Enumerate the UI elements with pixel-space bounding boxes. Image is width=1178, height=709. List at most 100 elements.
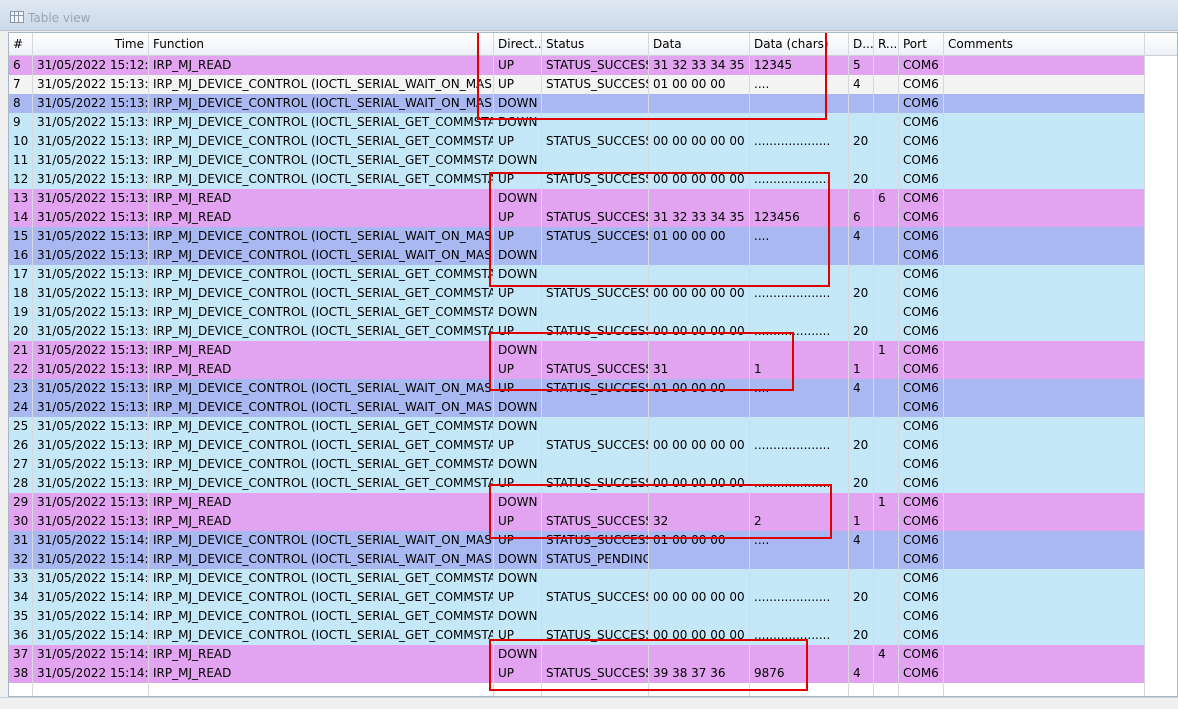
table-row[interactable]: 1831/05/2022 15:13:37IRP_MJ_DEVICE_CONTR… [9, 284, 1145, 303]
table-row[interactable]: 1631/05/2022 15:13:37IRP_MJ_DEVICE_CONTR… [9, 246, 1145, 265]
data-grid[interactable]: # Time Function Direct... Status Data Data (ch… [8, 32, 1178, 697]
cell-data-chars: .................... [750, 322, 849, 341]
cell-time: 31/05/2022 15:13:12 [33, 208, 149, 227]
cell-port: COM6 [899, 132, 944, 151]
cell-index: 10 [9, 132, 33, 151]
cell-direction: DOWN [494, 151, 542, 170]
table-row[interactable]: 3731/05/2022 15:14:48IRP_MJ_READDOWN 4COM… [9, 645, 1145, 664]
table-row[interactable]: 2731/05/2022 15:13:37IRP_MJ_DEVICE_CONTR… [9, 455, 1145, 474]
cell-data-chars: 9876 [750, 664, 849, 683]
table-row[interactable]: 2131/05/2022 15:13:37IRP_MJ_READDOWN 1COM… [9, 341, 1145, 360]
cell-data-chars [750, 550, 849, 569]
header-col-requested[interactable]: R... [874, 33, 899, 55]
cell-function: IRP_MJ_READ [149, 189, 494, 208]
cell-port: COM6 [899, 284, 944, 303]
column-divider [1144, 55, 1145, 696]
cell-port: COM6 [899, 550, 944, 569]
table-row[interactable]: 3431/05/2022 15:14:48IRP_MJ_DEVICE_CONTR… [9, 588, 1145, 607]
header-col-time[interactable]: Time [33, 33, 149, 55]
cell-comments [944, 189, 1145, 208]
cell-time: 31/05/2022 15:13:37 [33, 455, 149, 474]
header-col-port[interactable]: Port [899, 33, 944, 55]
cell-data [649, 113, 750, 132]
cell-port: COM6 [899, 436, 944, 455]
cell-direction: DOWN [494, 341, 542, 360]
table-row[interactable]: 2031/05/2022 15:13:37IRP_MJ_DEVICE_CONTR… [9, 322, 1145, 341]
table-row[interactable]: 831/05/2022 15:13:12IRP_MJ_DEVICE_CONTRO… [9, 94, 1145, 113]
cell-direction: UP [494, 436, 542, 455]
header-col-direction[interactable]: Direct... [494, 33, 542, 55]
table-row[interactable]: 2331/05/2022 15:13:37IRP_MJ_DEVICE_CONTR… [9, 379, 1145, 398]
header-col-data-length[interactable]: D... [849, 33, 874, 55]
table-row[interactable]: 1131/05/2022 15:13:12IRP_MJ_DEVICE_CONTR… [9, 151, 1145, 170]
cell-data-length: 20 [849, 284, 874, 303]
cell-port: COM6 [899, 512, 944, 531]
cell-index: 29 [9, 493, 33, 512]
cell-function: IRP_MJ_DEVICE_CONTROL (IOCTL_SERIAL_GET_… [149, 303, 494, 322]
column-divider [32, 55, 33, 696]
cell-data-length [849, 189, 874, 208]
table-row[interactable]: 1731/05/2022 15:13:37IRP_MJ_DEVICE_CONTR… [9, 265, 1145, 284]
cell-comments [944, 303, 1145, 322]
cell-function: IRP_MJ_DEVICE_CONTROL (IOCTL_SERIAL_GET_… [149, 417, 494, 436]
header-col-index[interactable]: # [9, 33, 33, 55]
cell-index: 21 [9, 341, 33, 360]
table-row[interactable]: 1031/05/2022 15:13:12IRP_MJ_DEVICE_CONTR… [9, 132, 1145, 151]
table-row[interactable]: 931/05/2022 15:13:12IRP_MJ_DEVICE_CONTRO… [9, 113, 1145, 132]
cell-direction: DOWN [494, 550, 542, 569]
column-divider [493, 55, 494, 696]
cell-data-length [849, 94, 874, 113]
table-row[interactable]: 631/05/2022 15:12:57IRP_MJ_READUPSTATUS_… [9, 56, 1145, 75]
column-divider [898, 55, 899, 696]
cell-status: STATUS_SUCCESS [542, 75, 649, 94]
cell-time: 31/05/2022 15:14:48 [33, 588, 149, 607]
table-row[interactable]: 3031/05/2022 15:13:37IRP_MJ_READUPSTATUS… [9, 512, 1145, 531]
cell-direction: DOWN [494, 569, 542, 588]
table-row[interactable]: 1431/05/2022 15:13:12IRP_MJ_READUPSTATUS… [9, 208, 1145, 227]
table-row[interactable]: 3331/05/2022 15:14:48IRP_MJ_DEVICE_CONTR… [9, 569, 1145, 588]
cell-port: COM6 [899, 455, 944, 474]
cell-comments [944, 645, 1145, 664]
cell-time: 31/05/2022 15:14:48 [33, 531, 149, 550]
cell-index: 26 [9, 436, 33, 455]
cell-direction: UP [494, 75, 542, 94]
table-row[interactable]: 2431/05/2022 15:13:37IRP_MJ_DEVICE_CONTR… [9, 398, 1145, 417]
cell-data-chars [750, 246, 849, 265]
table-row[interactable]: 3631/05/2022 15:14:48IRP_MJ_DEVICE_CONTR… [9, 626, 1145, 645]
cell-status: STATUS_SUCCESS [542, 474, 649, 493]
table-row[interactable]: 3131/05/2022 15:14:48IRP_MJ_DEVICE_CONTR… [9, 531, 1145, 550]
header-col-data-chars[interactable]: Data (chars) [750, 33, 849, 55]
cell-data-length [849, 246, 874, 265]
cell-data-chars: .... [750, 75, 849, 94]
table-row[interactable]: 731/05/2022 15:13:12IRP_MJ_DEVICE_CONTRO… [9, 75, 1145, 94]
table-row[interactable]: 3231/05/2022 15:14:48IRP_MJ_DEVICE_CONTR… [9, 550, 1145, 569]
header-col-status[interactable]: Status [542, 33, 649, 55]
cell-direction: UP [494, 512, 542, 531]
column-divider [848, 55, 849, 696]
cell-status: STATUS_SUCCESS [542, 170, 649, 189]
header-col-function[interactable]: Function [149, 33, 494, 55]
table-row[interactable]: 2231/05/2022 15:13:37IRP_MJ_READUPSTATUS… [9, 360, 1145, 379]
table-row[interactable]: 3531/05/2022 15:14:48IRP_MJ_DEVICE_CONTR… [9, 607, 1145, 626]
cell-requested [874, 398, 899, 417]
table-row[interactable]: 1231/05/2022 15:13:12IRP_MJ_DEVICE_CONTR… [9, 170, 1145, 189]
cell-direction: DOWN [494, 265, 542, 284]
header-col-comments[interactable]: Comments [944, 33, 1145, 55]
table-row[interactable]: 1331/05/2022 15:13:12IRP_MJ_READDOWN 6COM… [9, 189, 1145, 208]
table-row[interactable]: 2531/05/2022 15:13:37IRP_MJ_DEVICE_CONTR… [9, 417, 1145, 436]
cell-index: 37 [9, 645, 33, 664]
table-row[interactable]: 3831/05/2022 15:14:48IRP_MJ_READUPSTATUS… [9, 664, 1145, 683]
column-divider [648, 55, 649, 696]
table-row[interactable]: 2631/05/2022 15:13:37IRP_MJ_DEVICE_CONTR… [9, 436, 1145, 455]
cell-data-length: 1 [849, 360, 874, 379]
cell-data: 00 00 00 00 00 ... [649, 322, 750, 341]
header-col-data[interactable]: Data [649, 33, 750, 55]
table-row[interactable]: 1931/05/2022 15:13:37IRP_MJ_DEVICE_CONTR… [9, 303, 1145, 322]
table-row[interactable]: 2831/05/2022 15:13:37IRP_MJ_DEVICE_CONTR… [9, 474, 1145, 493]
cell-port: COM6 [899, 75, 944, 94]
cell-index: 38 [9, 664, 33, 683]
table-row[interactable]: 2931/05/2022 15:13:37IRP_MJ_READDOWN 1COM… [9, 493, 1145, 512]
table-row[interactable]: 1531/05/2022 15:13:37IRP_MJ_DEVICE_CONTR… [9, 227, 1145, 246]
cell-index: 15 [9, 227, 33, 246]
cell-time: 31/05/2022 15:13:37 [33, 322, 149, 341]
